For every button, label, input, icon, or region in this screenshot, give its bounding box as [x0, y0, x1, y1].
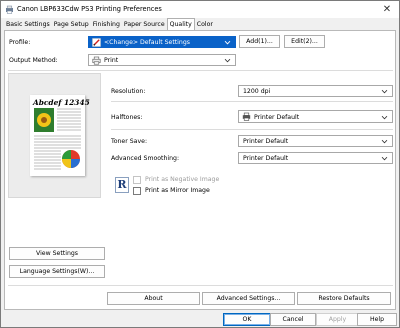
advanced-smoothing-label: Advanced Smoothing:: [111, 155, 180, 162]
printer-default-icon: [242, 112, 251, 121]
advanced-smoothing-value: Printer Default: [243, 155, 289, 162]
close-window-button[interactable]: ✕: [379, 3, 395, 16]
chevron-down-icon: [224, 58, 231, 63]
print-as-mirror-image-label: Print as Mirror Image: [145, 187, 210, 194]
profile-value: <Change> Default Settings: [104, 39, 190, 46]
halftones-label: Halftones:: [111, 114, 143, 121]
add-profile-button[interactable]: Add(1)...: [239, 35, 280, 48]
cancel-button[interactable]: Cancel: [270, 313, 316, 326]
quality-panel: Profile: <Change> Default Settings Add(1…: [4, 30, 396, 310]
chevron-down-icon: [381, 156, 388, 161]
view-settings-button[interactable]: View Settings: [9, 247, 105, 260]
edit-profile-button[interactable]: Edit(2)...: [284, 35, 325, 48]
toner-save-select[interactable]: Printer Default: [238, 135, 393, 147]
advanced-settings-button[interactable]: Advanced Settings...: [202, 292, 295, 305]
print-as-negative-image-label: Print as Negative Image: [145, 176, 220, 183]
separator: [111, 101, 393, 102]
chevron-down-icon: [381, 89, 388, 94]
chevron-down-icon: [224, 40, 231, 45]
resolution-select[interactable]: 1200 dpi: [238, 85, 393, 97]
print-as-negative-image-checkbox[interactable]: [133, 176, 141, 184]
help-button[interactable]: Help: [357, 313, 397, 326]
resolution-label: Resolution:: [111, 88, 146, 95]
title-bar: Canon LBP633Cdw PS3 Printing Preferences…: [1, 1, 399, 18]
separator: [8, 285, 393, 286]
close-icon: ✕: [382, 4, 392, 15]
output-method-select[interactable]: Print: [88, 54, 236, 66]
output-method-value: Print: [104, 57, 119, 64]
profile-label: Profile:: [9, 39, 31, 46]
output-method-label: Output Method:: [9, 57, 58, 64]
chevron-down-icon: [381, 115, 388, 120]
preview-area: Abcdef 12345: [8, 73, 101, 198]
window-title: Canon LBP633Cdw PS3 Printing Preferences: [17, 5, 162, 13]
about-button[interactable]: About: [107, 292, 200, 305]
restore-defaults-button[interactable]: Restore Defaults: [297, 292, 391, 305]
print-as-mirror-image-checkbox[interactable]: [133, 187, 141, 195]
separator: [8, 70, 393, 71]
resolution-value: 1200 dpi: [243, 88, 271, 95]
preview-page: Abcdef 12345: [30, 95, 90, 176]
profile-pencil-icon: [92, 38, 101, 47]
language-settings-button[interactable]: Language Settings(W)...: [9, 265, 105, 278]
printer-icon: [92, 56, 101, 65]
printing-preferences-window: Canon LBP633Cdw PS3 Printing Preferences…: [0, 0, 400, 328]
mirror-icon-letter: R: [117, 178, 127, 191]
advanced-smoothing-select[interactable]: Printer Default: [238, 152, 393, 164]
halftones-select[interactable]: Printer Default: [238, 110, 393, 123]
separator: [111, 129, 393, 130]
preview-sample-image: [34, 108, 81, 170]
ok-button[interactable]: OK: [223, 313, 271, 326]
printer-app-icon: [6, 5, 13, 14]
mirror-image-icon: R: [115, 177, 129, 193]
toner-save-label: Toner Save:: [111, 138, 148, 145]
chevron-down-icon: [381, 139, 388, 144]
toner-save-value: Printer Default: [243, 138, 289, 145]
halftones-value: Printer Default: [254, 114, 300, 121]
apply-button[interactable]: Apply: [316, 313, 359, 326]
profile-select[interactable]: <Change> Default Settings: [88, 36, 236, 48]
